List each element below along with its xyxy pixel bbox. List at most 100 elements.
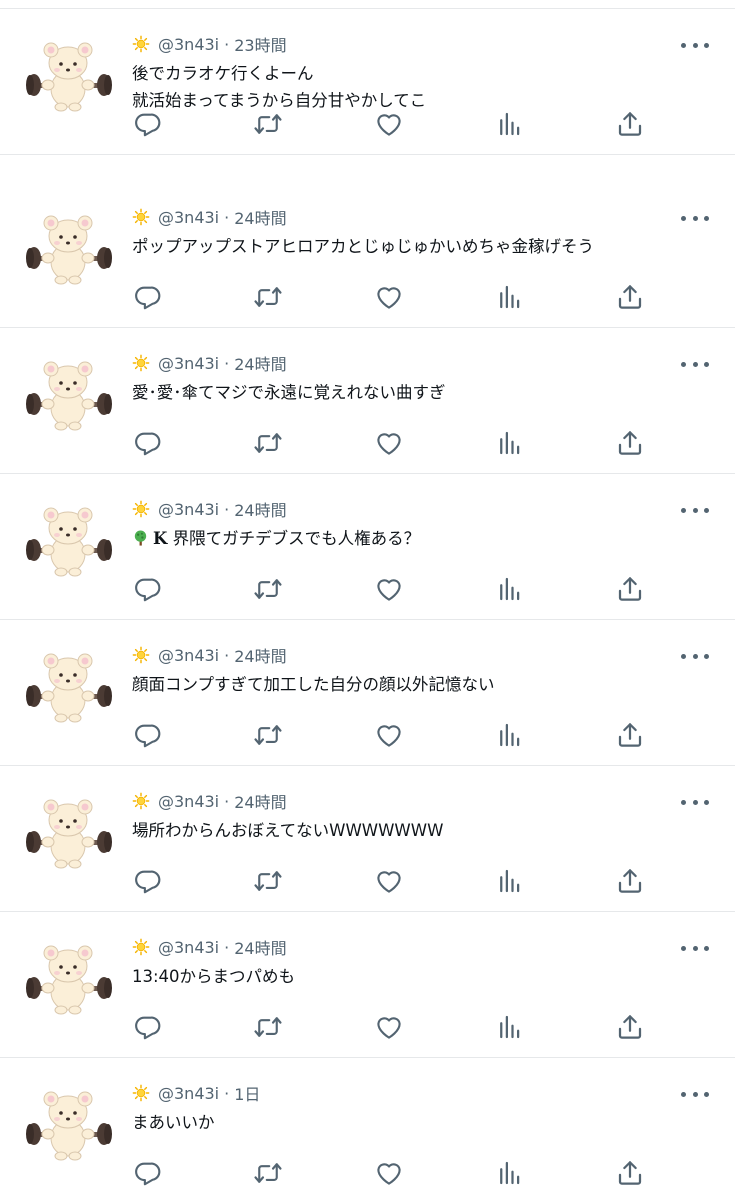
tweet-header: @3n43i · 24時間 bbox=[132, 936, 287, 958]
tweet[interactable]: @3n43i · 24時間 ポップアップストアヒロアカとじゅじゅかいめちゃ金稼げ… bbox=[0, 182, 735, 328]
divider bbox=[0, 154, 735, 155]
tweet-text: 場所わからんおぼえてないWWWWWWW bbox=[132, 817, 692, 844]
share-icon[interactable] bbox=[613, 572, 647, 606]
tweet-actions bbox=[0, 572, 735, 606]
tweet-text-line: ポップアップストアヒロアカとじゅじゅかいめちゃ金稼げそう bbox=[132, 237, 594, 256]
views-bars-icon[interactable] bbox=[493, 107, 527, 141]
reply-icon[interactable] bbox=[131, 718, 165, 752]
tweet-header: @3n43i · 24時間 bbox=[132, 644, 287, 666]
reply-icon[interactable] bbox=[131, 280, 165, 314]
retweet-icon[interactable] bbox=[251, 1156, 285, 1190]
tweet-text-line: 13:40からまつパめも bbox=[132, 967, 296, 986]
reply-icon[interactable] bbox=[131, 1156, 165, 1190]
tweet[interactable]: @3n43i · 24時間 K 界隈てガチデブスでも人権ある？ bbox=[0, 474, 735, 620]
heart-icon[interactable] bbox=[372, 572, 406, 606]
tweet-time[interactable]: 24時間 bbox=[234, 497, 286, 521]
reply-icon[interactable] bbox=[131, 864, 165, 898]
share-icon[interactable] bbox=[613, 718, 647, 752]
tweet-handle[interactable]: @3n43i bbox=[158, 938, 219, 957]
retweet-icon[interactable] bbox=[251, 572, 285, 606]
avatar[interactable] bbox=[20, 942, 116, 1016]
more-dots-icon[interactable] bbox=[681, 794, 709, 810]
more-dots-icon[interactable] bbox=[681, 502, 709, 518]
tweet-header: @3n43i · 23時間 bbox=[132, 33, 287, 55]
tweet-handle[interactable]: @3n43i bbox=[158, 354, 219, 373]
retweet-icon[interactable] bbox=[251, 718, 285, 752]
tweet-actions bbox=[0, 718, 735, 752]
heart-icon[interactable] bbox=[372, 718, 406, 752]
share-icon[interactable] bbox=[613, 280, 647, 314]
tweet[interactable]: @3n43i · 1日 まあいいか bbox=[0, 1058, 735, 1204]
tweet-time[interactable]: 24時間 bbox=[234, 351, 286, 375]
reply-icon[interactable] bbox=[131, 107, 165, 141]
tweet-time[interactable]: 23時間 bbox=[234, 32, 286, 56]
tweet-handle[interactable]: @3n43i bbox=[158, 208, 219, 227]
reply-icon[interactable] bbox=[131, 1010, 165, 1044]
tweet-time[interactable]: 1日 bbox=[234, 1081, 260, 1105]
tweet-handle[interactable]: @3n43i bbox=[158, 35, 219, 54]
tweet-header: @3n43i · 24時間 bbox=[132, 498, 287, 520]
tweet-handle[interactable]: @3n43i bbox=[158, 1084, 219, 1103]
avatar[interactable] bbox=[20, 650, 116, 724]
retweet-icon[interactable] bbox=[251, 280, 285, 314]
tweet-actions bbox=[0, 280, 735, 314]
heart-icon[interactable] bbox=[372, 280, 406, 314]
tweet-time[interactable]: 24時間 bbox=[234, 205, 286, 229]
tweet-text: 愛･愛･傘てマジで永遠に覚えれない曲すぎ bbox=[132, 379, 692, 406]
avatar[interactable] bbox=[20, 504, 116, 578]
heart-icon[interactable] bbox=[372, 426, 406, 460]
avatar[interactable] bbox=[20, 39, 116, 113]
tweet[interactable]: @3n43i · 24時間 13:40からまつパめも bbox=[0, 912, 735, 1058]
tweet[interactable]: @3n43i · 24時間 愛･愛･傘てマジで永遠に覚えれない曲すぎ bbox=[0, 328, 735, 474]
tweet-time[interactable]: 24時間 bbox=[234, 643, 286, 667]
heart-icon[interactable] bbox=[372, 107, 406, 141]
views-bars-icon[interactable] bbox=[493, 864, 527, 898]
tweet-separator: · bbox=[224, 207, 230, 227]
heart-icon[interactable] bbox=[372, 1010, 406, 1044]
more-dots-icon[interactable] bbox=[681, 37, 709, 53]
more-dots-icon[interactable] bbox=[681, 648, 709, 664]
tweet-actions bbox=[0, 1010, 735, 1044]
tweet-time[interactable]: 24時間 bbox=[234, 935, 286, 959]
heart-icon[interactable] bbox=[372, 1156, 406, 1190]
share-icon[interactable] bbox=[613, 1156, 647, 1190]
more-dots-icon[interactable] bbox=[681, 356, 709, 372]
tweet[interactable]: @3n43i · 24時間 場所わからんおぼえてないWWWWWWW bbox=[0, 766, 735, 912]
retweet-icon[interactable] bbox=[251, 107, 285, 141]
tweet-text: 顔面コンプすぎて加工した自分の顔以外記憶ない bbox=[132, 671, 692, 698]
tweet[interactable]: @3n43i · 23時間 後でカラオケ行くよーん 就活始まってまうから自分甘や… bbox=[0, 9, 735, 155]
avatar[interactable] bbox=[20, 796, 116, 870]
reply-icon[interactable] bbox=[131, 426, 165, 460]
heart-icon[interactable] bbox=[372, 864, 406, 898]
avatar[interactable] bbox=[20, 212, 116, 286]
share-icon[interactable] bbox=[613, 107, 647, 141]
tweet-handle[interactable]: @3n43i bbox=[158, 792, 219, 811]
avatar[interactable] bbox=[20, 358, 116, 432]
views-bars-icon[interactable] bbox=[493, 426, 527, 460]
share-icon[interactable] bbox=[613, 1010, 647, 1044]
views-bars-icon[interactable] bbox=[493, 572, 527, 606]
views-bars-icon[interactable] bbox=[493, 1010, 527, 1044]
tweet-text: K 界隈てガチデブスでも人権ある？ bbox=[132, 525, 692, 552]
views-bars-icon[interactable] bbox=[493, 718, 527, 752]
tweet[interactable]: @3n43i · 24時間 顔面コンプすぎて加工した自分の顔以外記憶ない bbox=[0, 620, 735, 766]
more-dots-icon[interactable] bbox=[681, 940, 709, 956]
reply-icon[interactable] bbox=[131, 572, 165, 606]
tweet-time[interactable]: 24時間 bbox=[234, 789, 286, 813]
views-bars-icon[interactable] bbox=[493, 1156, 527, 1190]
tweet-handle[interactable]: @3n43i bbox=[158, 646, 219, 665]
tweet-text-line: 顔面コンプすぎて加工した自分の顔以外記憶ない bbox=[132, 675, 495, 694]
more-dots-icon[interactable] bbox=[681, 1086, 709, 1102]
views-bars-icon[interactable] bbox=[493, 280, 527, 314]
more-dots-icon[interactable] bbox=[681, 210, 709, 226]
tweet-handle[interactable]: @3n43i bbox=[158, 500, 219, 519]
share-icon[interactable] bbox=[613, 426, 647, 460]
retweet-icon[interactable] bbox=[251, 864, 285, 898]
share-icon[interactable] bbox=[613, 864, 647, 898]
tweet-text-line-wrap: K 界隈てガチデブスでも人権ある？ bbox=[132, 525, 692, 552]
avatar[interactable] bbox=[20, 1088, 116, 1162]
tweet-separator: · bbox=[224, 353, 230, 373]
retweet-icon[interactable] bbox=[251, 426, 285, 460]
tweet-separator: · bbox=[224, 791, 230, 811]
retweet-icon[interactable] bbox=[251, 1010, 285, 1044]
